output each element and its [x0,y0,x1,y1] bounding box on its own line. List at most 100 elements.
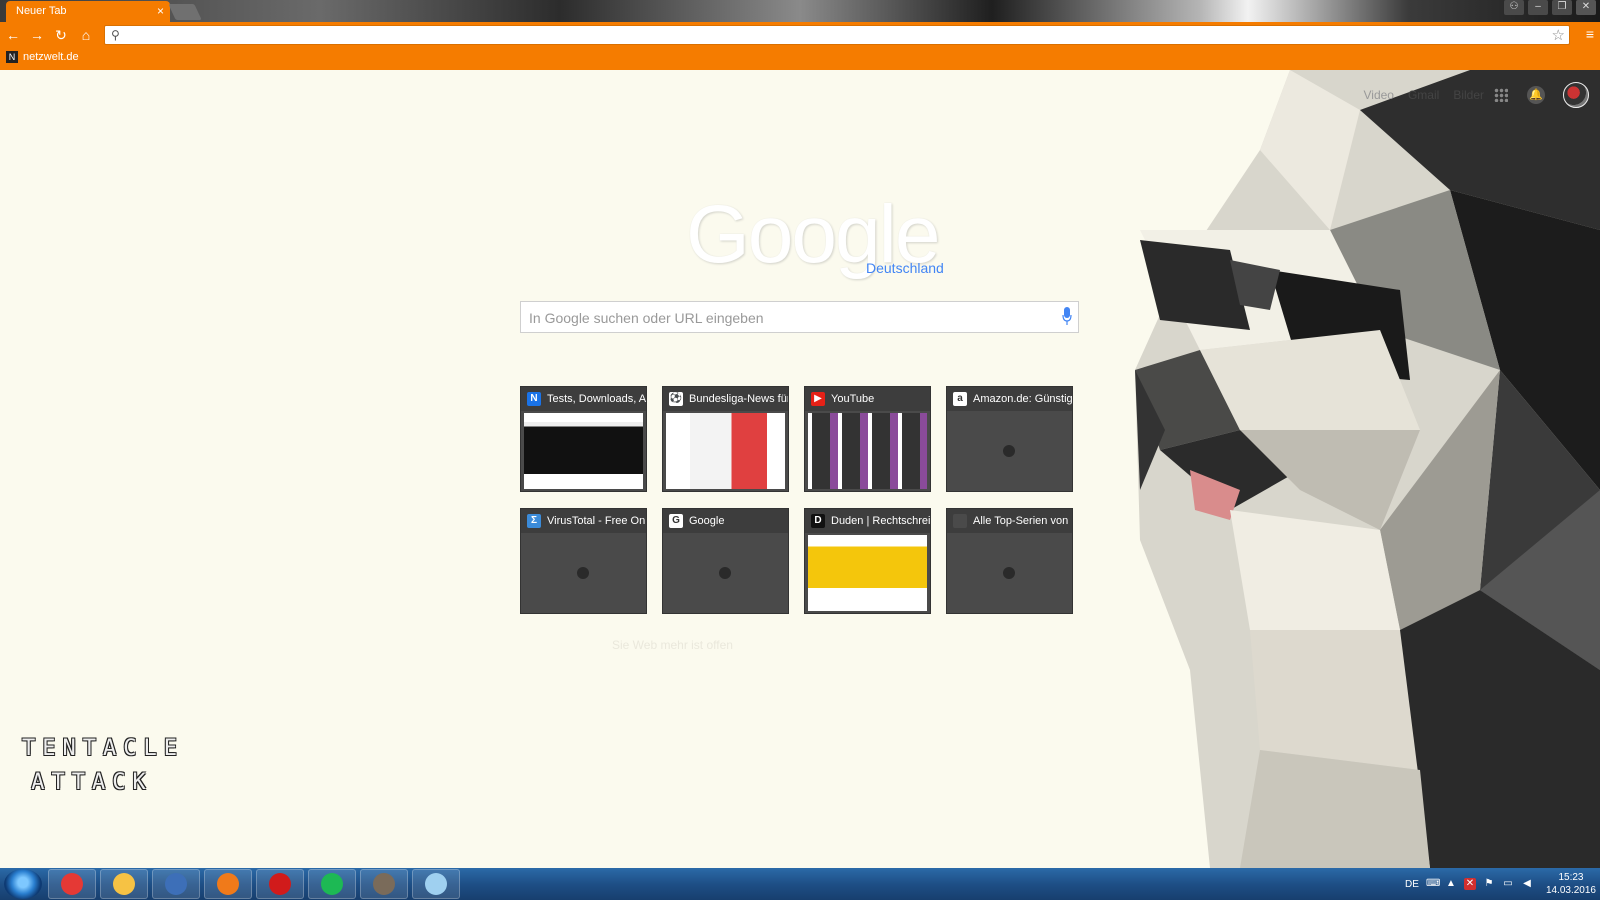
taskbar: DE ⌨ ▲ ✕ ⚑ ▭ ◀ 15:23 14.03.2016 [0,868,1600,900]
spotify-icon [321,873,343,895]
volume-icon[interactable]: ◀ [1521,878,1533,890]
minimize-icon[interactable]: – [1528,0,1548,15]
google-icon: G [669,514,683,528]
user-profile-icon[interactable]: ⚇ [1504,0,1524,15]
tile-3[interactable]: a Amazon.de: Günstige [946,386,1073,492]
netzwelt-icon: N [6,51,18,63]
antivirus-icon[interactable]: ✕ [1463,878,1476,890]
avatar[interactable] [1563,82,1589,108]
youtube-icon: ▶ [811,392,825,406]
logo-subtitle: Deutschland [866,260,944,276]
gimp-icon [373,873,395,895]
tile-1[interactable]: ⚽ Bundesliga-News für [662,386,789,492]
bookmark-netzwelt[interactable]: N netzwelt.de [6,51,79,63]
tile-placeholder-dot [577,567,589,579]
home-icon[interactable]: ⌂ [77,26,95,44]
search-box[interactable]: In Google suchen oder URL eingeben [520,301,1079,333]
tile-header: Alle Top-Serien von N [947,509,1072,533]
tile-title: Amazon.de: Günstige [973,393,1072,405]
amazon-icon: a [953,392,967,406]
close-window-icon[interactable]: ✕ [1576,0,1596,15]
tile-7[interactable]: Alle Top-Serien von N [946,508,1073,614]
language-indicator[interactable]: DE [1405,879,1419,890]
google-top-links: Video Gmail Bilder [1363,88,1484,102]
microphone-icon[interactable] [1062,307,1072,327]
taskbar-app-4[interactable] [256,869,304,899]
search-input[interactable]: In Google suchen oder URL eingeben [529,310,764,326]
back-icon[interactable]: ← [4,26,22,44]
keyboard-icon[interactable]: ⌨ [1426,878,1440,890]
duden-icon: D [811,514,825,528]
maximize-icon[interactable]: ❐ [1552,0,1572,15]
tile-6[interactable]: D Duden | Rechtschreib [804,508,931,614]
video-link[interactable]: Video [1363,88,1393,102]
taskbar-app-7[interactable] [412,869,460,899]
tile-thumbnail [808,535,927,611]
tile-title: Alle Top-Serien von N [973,515,1072,527]
clock-time: 15:23 [1558,872,1584,883]
browser-toolbar: ← → ↻ ⌂ ⚲ ☆ ≡ [0,22,1600,48]
taskbar-app-2[interactable] [152,869,200,899]
action-center-flag-icon[interactable]: ⚑ [1483,878,1495,890]
network-icon[interactable]: ▭ [1502,878,1514,890]
new-tab-page: Video Gmail Bilder 🔔 Google Deutschland … [0,70,1600,868]
taskbar-app-5[interactable] [308,869,356,899]
gmail-link[interactable]: Gmail [1408,88,1439,102]
system-tray: DE ⌨ ▲ ✕ ⚑ ▭ ◀ 15:23 14.03.2016 [1405,871,1596,897]
search-icon: ⚲ [111,28,120,42]
tile-5[interactable]: G Google [662,508,789,614]
show-hidden-icons-icon[interactable]: ▲ [1445,878,1457,890]
taskbar-app-0[interactable] [48,869,96,899]
tile-title: VirusTotal - Free Onli [547,515,646,527]
tab-new-tab[interactable]: Neuer Tab × [6,1,170,22]
tile-placeholder-dot [1003,445,1015,457]
notepad-icon [425,873,447,895]
netzwelt-icon: N [527,392,541,406]
virustotal-icon: Σ [527,514,541,528]
address-bar[interactable]: ⚲ ☆ [104,25,1570,45]
tile-title: Duden | Rechtschreib [831,515,930,527]
start-button[interactable] [4,869,42,899]
tile-title: Tests, Downloads, An [547,393,646,405]
taskbar-app-1[interactable] [100,869,148,899]
tile-header: N Tests, Downloads, An [521,387,646,411]
chrome-icon [61,873,83,895]
notifications-icon[interactable]: 🔔 [1527,86,1545,104]
tile-header: a Amazon.de: Günstige [947,387,1072,411]
firefox-icon [217,873,239,895]
tile-title: YouTube [831,393,875,405]
tentacle-attack-text: TENTACLE ATTACK [22,732,177,800]
tile-header: ▶ YouTube [805,387,930,411]
tile-4[interactable]: Σ VirusTotal - Free Onli [520,508,647,614]
thunderbird-icon [165,873,187,895]
apps-grid-icon[interactable] [1494,88,1508,102]
tab-close-icon[interactable]: × [157,4,164,18]
bilder-link[interactable]: Bilder [1453,88,1484,102]
tile-header: D Duden | Rechtschreib [805,509,930,533]
tile-title: Bundesliga-News für [689,393,788,405]
file-explorer-icon [113,873,135,895]
title-bar: Neuer Tab × ⚇ – ❐ ✕ [0,0,1600,22]
clock[interactable]: 15:23 14.03.2016 [1546,871,1596,897]
taskbar-app-3[interactable] [204,869,252,899]
tab-title: Neuer Tab [16,5,67,17]
tile-thumbnail [524,413,643,489]
taskbar-app-6[interactable] [360,869,408,899]
new-tab-button[interactable] [168,4,202,20]
bookmarks-bar: N netzwelt.de [0,48,1600,70]
opera-icon [269,873,291,895]
overlay-line-2: ATTACK [31,770,153,795]
tile-0[interactable]: N Tests, Downloads, An [520,386,647,492]
tile-thumbnail [666,413,785,489]
menu-icon[interactable]: ≡ [1586,26,1594,42]
tile-header: G Google [663,509,788,533]
clock-date: 14.03.2016 [1545,885,1596,896]
bookmark-star-icon[interactable]: ☆ [1552,26,1565,44]
soccer-ball-icon: ⚽ [669,392,683,406]
window-controls: ⚇ – ❐ ✕ [1504,0,1596,15]
bottom-hint: Sie Web mehr ist offen [612,638,733,652]
reload-icon[interactable]: ↻ [52,26,70,44]
tile-2[interactable]: ▶ YouTube [804,386,931,492]
forward-icon[interactable]: → [28,26,46,44]
page-icon [953,514,967,528]
